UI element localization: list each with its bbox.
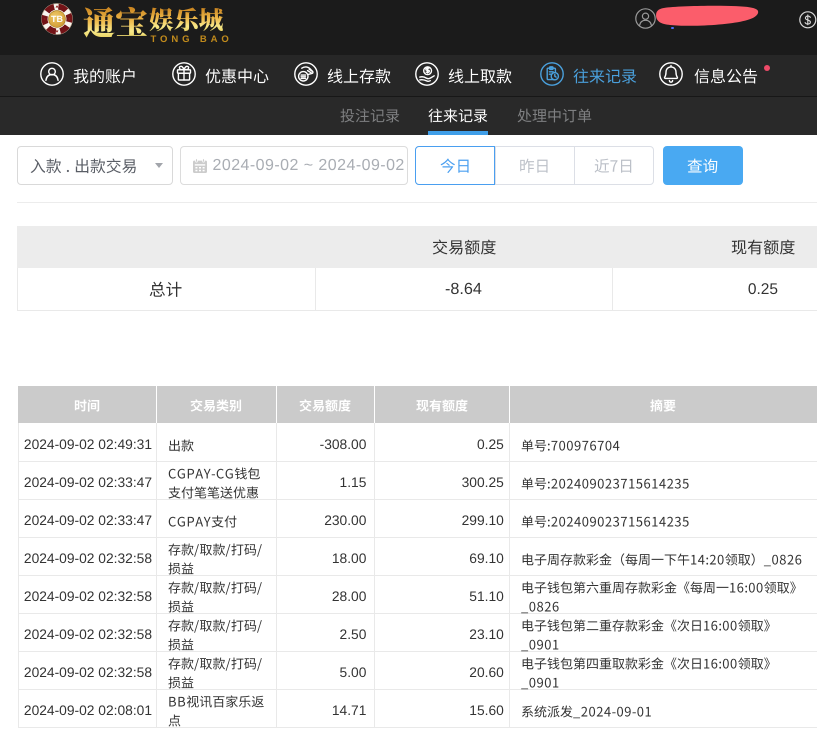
svg-text:TB: TB [51,14,63,24]
